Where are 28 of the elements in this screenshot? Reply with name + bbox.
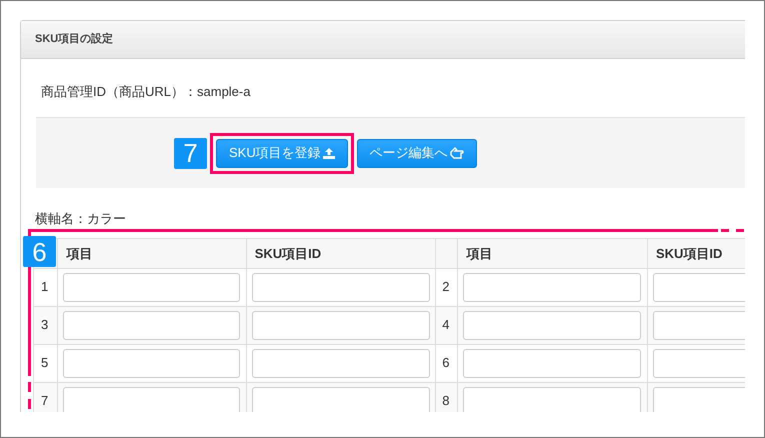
item-input[interactable]: [63, 273, 240, 302]
sku-id-input[interactable]: [252, 273, 430, 302]
axis-label: 横軸名：カラー: [35, 211, 126, 226]
item-input[interactable]: [63, 349, 240, 378]
column-header: 項目: [458, 238, 648, 268]
pointing-hand-icon: [450, 147, 464, 159]
sku-id-input[interactable]: [252, 387, 430, 412]
item-input[interactable]: [63, 387, 240, 412]
sku-id-input[interactable]: [252, 311, 430, 340]
row-number: 7: [34, 382, 58, 412]
sku-id-input[interactable]: [652, 311, 745, 340]
panel-title: SKU項目の設定: [35, 32, 114, 48]
page-edit-button[interactable]: ページ編集へ: [356, 138, 477, 168]
item-input[interactable]: [63, 311, 240, 340]
sku-id-input[interactable]: [652, 273, 745, 302]
product-id-text: 商品管理ID（商品URL）：sample-a: [41, 84, 250, 99]
item-input[interactable]: [463, 387, 642, 412]
item-input[interactable]: [463, 349, 642, 378]
step-badge: 6: [23, 236, 56, 267]
step-badge: 7: [174, 138, 207, 168]
column-header: 項目: [58, 238, 246, 268]
upload-icon: [322, 148, 335, 158]
sku-id-input[interactable]: [252, 349, 430, 378]
item-input[interactable]: [463, 273, 642, 302]
item-input[interactable]: [463, 311, 642, 340]
column-header: SKU項目ID: [246, 238, 436, 268]
register-button[interactable]: SKU項目を登録: [216, 138, 348, 168]
sku-id-input[interactable]: [652, 349, 745, 378]
